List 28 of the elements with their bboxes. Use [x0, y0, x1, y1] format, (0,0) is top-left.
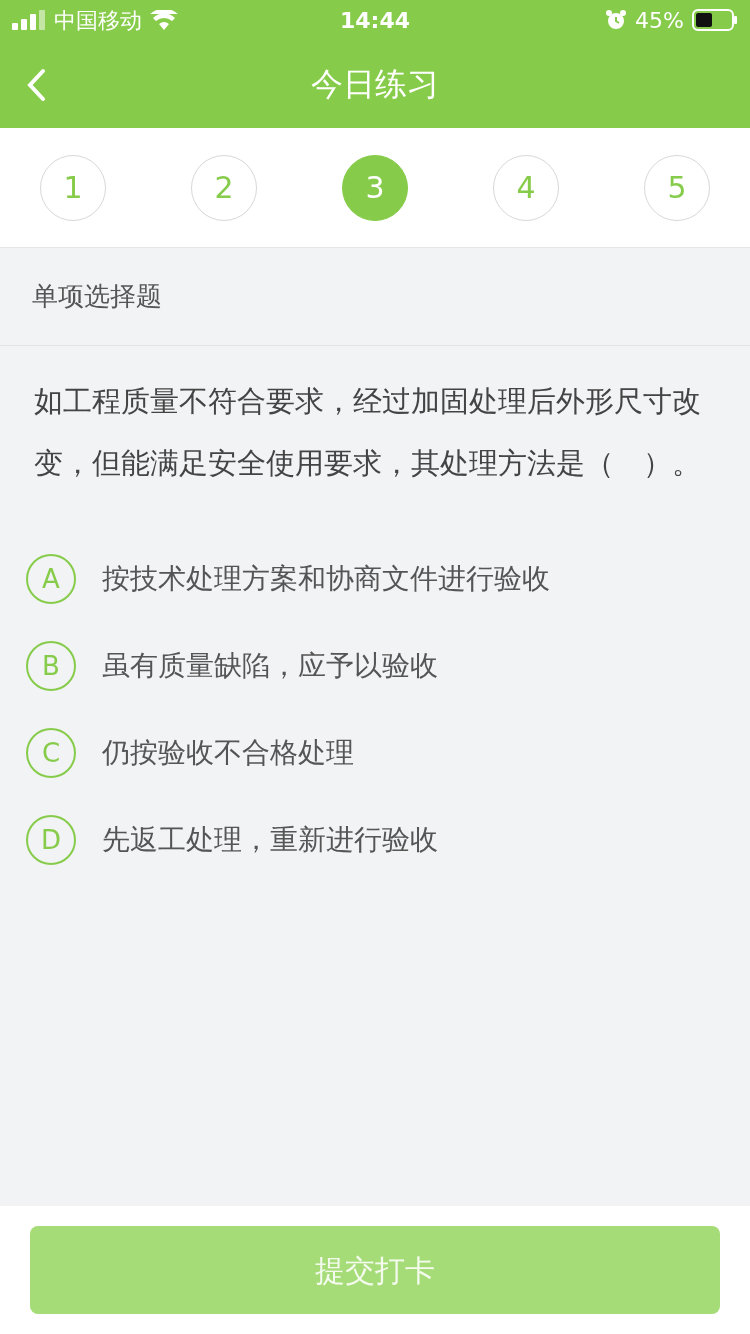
wifi-icon	[150, 10, 178, 30]
back-icon	[26, 68, 46, 102]
question-number-tab[interactable]: 3	[342, 154, 408, 221]
option-letter: A	[26, 554, 76, 604]
question-text: 如工程质量不符合要求，经过加固处理后外形尺寸改变，但能满足安全使用要求，其处理方法是（ ）。	[33, 383, 702, 482]
answer-option[interactable]: A 按技术处理方案和协商文件进行验收	[26, 554, 724, 604]
question-number-tab[interactable]: 4	[493, 154, 559, 221]
answer-option[interactable]: C 仍按验收不合格处理	[26, 728, 724, 778]
question-number-tab[interactable]: 5	[644, 154, 710, 221]
option-text: 按技术处理方案和协商文件进行验收	[102, 561, 550, 597]
option-letter: B	[26, 641, 76, 691]
option-text: 先返工处理，重新进行验收	[102, 822, 438, 858]
option-text: 虽有质量缺陷，应予以验收	[102, 648, 438, 684]
alarm-icon	[605, 9, 628, 31]
option-text: 仍按验收不合格处理	[102, 735, 354, 771]
battery-icon	[692, 9, 738, 31]
carrier-name: 中国移动	[54, 6, 142, 35]
battery-percent: 45%	[635, 6, 684, 35]
option-letter: C	[26, 728, 76, 778]
answer-option[interactable]: B 虽有质量缺陷，应予以验收	[26, 641, 724, 691]
answer-option[interactable]: D 先返工处理，重新进行验收	[26, 815, 724, 865]
option-letter: D	[26, 815, 76, 865]
page-title: 今日练习	[311, 64, 439, 105]
question-number-tab[interactable]: 2	[191, 154, 257, 221]
signal-icon	[12, 10, 46, 30]
section-label: 单项选择题	[0, 248, 750, 346]
question-number-tab[interactable]: 1	[40, 154, 106, 221]
clock-time: 14:44	[340, 6, 410, 35]
